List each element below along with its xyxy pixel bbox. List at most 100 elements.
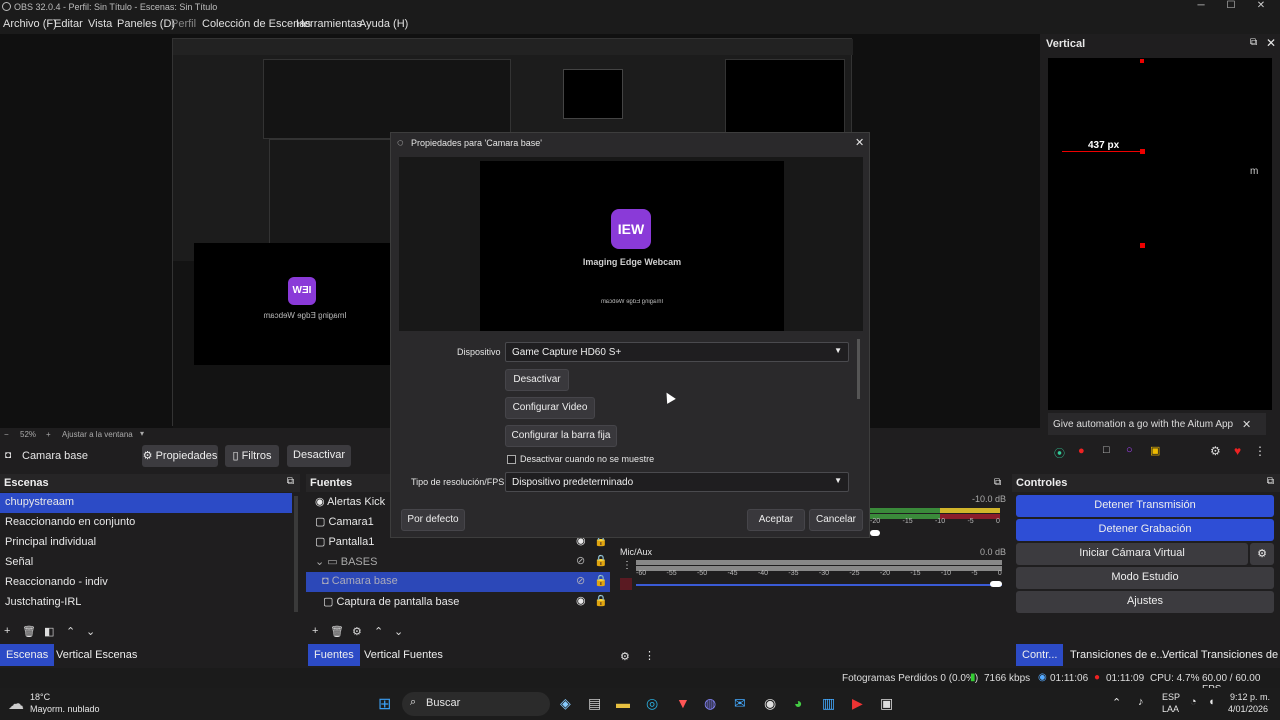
cancel-button[interactable]: Cancelar — [809, 509, 863, 531]
volume-icon[interactable]: ◖ — [1208, 696, 1215, 708]
scene-item[interactable]: Reaccionando - indiv — [0, 573, 292, 593]
square-icon[interactable]: □ — [1103, 444, 1110, 456]
configure-video-button[interactable]: Configurar Video — [505, 397, 595, 419]
close-promo-icon[interactable]: ✕ — [1242, 418, 1251, 431]
ch2-volume-slider[interactable] — [990, 581, 1002, 587]
zoom-in-icon[interactable]: + — [46, 430, 51, 439]
float-icon[interactable]: ⧉ — [1267, 476, 1274, 487]
tab-scenes[interactable]: Escenas — [0, 644, 55, 666]
studio-mode-button[interactable]: Modo Estudio — [1016, 567, 1274, 589]
taskbar-search[interactable]: Buscar — [402, 692, 550, 716]
deactivate-button[interactable]: Desactivar — [287, 445, 351, 467]
add-icon[interactable]: + — [4, 625, 10, 637]
app-icon[interactable]: ▤ — [588, 695, 601, 712]
float-icon[interactable]: ⧉ — [287, 476, 294, 487]
fit-window-label[interactable]: Ajustar a la ventana — [62, 430, 133, 439]
ok-button[interactable]: Aceptar — [747, 509, 805, 531]
menu-edit[interactable]: Editar — [54, 18, 83, 30]
mic-icon[interactable]: ♪ — [1138, 696, 1144, 708]
lang-1[interactable]: ESP — [1162, 692, 1180, 702]
zoom-out-icon[interactable]: − — [4, 430, 9, 439]
chevron-down-icon[interactable]: ⌄ — [315, 556, 327, 568]
chrome-icon[interactable]: ◕ — [794, 695, 802, 711]
gear-icon[interactable]: ⚙ — [352, 625, 362, 638]
filter-icon[interactable]: ◧ — [44, 625, 54, 638]
vertical-canvas[interactable]: 437 px m — [1048, 58, 1272, 410]
menu-icon[interactable]: ⋮ — [1254, 444, 1266, 458]
start-virtual-camera-button[interactable]: Iniciar Cámara Virtual — [1016, 543, 1248, 565]
virtualcam-icon[interactable]: ▣ — [1150, 444, 1160, 457]
lock-icon[interactable]: 🔒 — [594, 594, 608, 607]
circle-icon[interactable]: ○ — [1126, 444, 1133, 456]
tab-sources[interactable]: Fuentes — [308, 644, 360, 666]
source-item[interactable]: ▢ Captura de pantalla base ◉ 🔒 — [318, 592, 610, 612]
tab-controls[interactable]: Contr... — [1016, 644, 1064, 666]
obs-icon[interactable]: ◉ — [764, 695, 776, 712]
close-icon[interactable]: ✕ — [855, 136, 864, 149]
trash-icon[interactable]: 🗑 — [22, 625, 36, 638]
edge-icon[interactable]: ◎ — [646, 695, 658, 712]
resolution-select[interactable]: Dispositivo predeterminado ▼ — [505, 472, 849, 492]
tab-vertical-transitions[interactable]: Vertical Transiciones de e... — [1156, 644, 1280, 666]
add-icon[interactable]: + — [312, 625, 318, 637]
menu-view[interactable]: Vista — [88, 18, 112, 30]
copilot-icon[interactable]: ◈ — [560, 695, 571, 712]
minimize-icon[interactable]: ─ — [1186, 0, 1216, 11]
menu-profile[interactable]: Perfil — [171, 18, 196, 30]
app-icon[interactable]: ◍ — [704, 695, 716, 712]
folder-icon[interactable]: ▬ — [616, 695, 630, 711]
menu-icon[interactable]: ⋮ — [622, 560, 632, 571]
lang-2[interactable]: LAA — [1162, 704, 1179, 714]
maximize-icon[interactable]: ☐ — [1216, 0, 1246, 11]
source-item-selected[interactable]: ◘ Camara base ⊘ 🔒 — [306, 572, 610, 592]
menu-help[interactable]: Ayuda (H) — [359, 18, 408, 30]
video-icon[interactable]: ▶ — [852, 695, 863, 712]
record-icon[interactable]: ● — [1078, 445, 1085, 457]
heart-icon[interactable]: ♥ — [1234, 444, 1241, 458]
eye-off-icon[interactable]: ⊘ — [576, 574, 585, 587]
chevron-down-icon[interactable]: ▾ — [140, 429, 144, 438]
doc-icon[interactable]: ▥ — [822, 695, 835, 712]
properties-button[interactable]: ⚙ Propiedades — [142, 445, 218, 467]
stop-streaming-button[interactable]: Detener Transmisión — [1016, 495, 1274, 517]
close-icon[interactable]: ✕ — [1246, 0, 1276, 11]
scrollbar[interactable] — [857, 339, 860, 399]
mixer-settings-icon[interactable]: ⚙ — [620, 650, 630, 663]
clock-date[interactable]: 4/01/2026 — [1228, 704, 1268, 714]
windows-start-icon[interactable]: ⊞ — [378, 694, 391, 714]
menu-icon[interactable]: ⋮ — [644, 649, 655, 662]
scrollbar[interactable] — [294, 496, 298, 612]
up-icon[interactable]: ⌃ — [374, 625, 383, 638]
eye-off-icon[interactable]: ⊘ — [576, 554, 585, 567]
deactivate-checkbox[interactable] — [507, 455, 516, 464]
lock-icon[interactable]: 🔒 — [594, 574, 608, 587]
gear-icon[interactable]: ⚙ — [1250, 543, 1274, 565]
down-icon[interactable]: ⌄ — [86, 625, 95, 638]
filters-button[interactable]: ▯ Filtros — [225, 445, 279, 467]
menu-file[interactable]: Archivo (F) — [3, 18, 57, 30]
scene-item[interactable]: Justchating-IRL — [0, 593, 292, 613]
stream-icon[interactable]: ⦿ — [1054, 445, 1065, 461]
chevron-up-icon[interactable]: ⌃ — [1112, 696, 1121, 709]
float-icon[interactable]: ⧉ — [1250, 37, 1257, 48]
tab-vertical-scenes[interactable]: Vertical Escenas — [50, 644, 143, 666]
defaults-button[interactable]: Por defecto — [401, 509, 465, 531]
mute-icon[interactable] — [620, 578, 632, 590]
menu-tools[interactable]: Herramientas — [296, 18, 362, 30]
settings-button[interactable]: Ajustes — [1016, 591, 1274, 613]
lock-icon[interactable]: 🔒 — [594, 554, 608, 567]
close-icon[interactable]: ✕ — [1266, 36, 1276, 50]
clock-time[interactable]: 9:12 p. m. — [1230, 692, 1270, 702]
menu-docks[interactable]: Paneles (D) — [117, 18, 175, 30]
scene-item[interactable]: Principal individual — [0, 533, 292, 553]
scene-item[interactable]: Señal — [0, 553, 292, 573]
up-icon[interactable]: ⌃ — [66, 625, 75, 638]
float-icon[interactable]: ⧉ — [994, 477, 1001, 488]
ch1-volume-slider[interactable] — [870, 530, 880, 536]
brave-icon[interactable]: ▼ — [676, 695, 690, 711]
ch2-volume-track[interactable] — [636, 584, 1002, 586]
source-group[interactable]: ⌄ ▭ BASES ⊘ 🔒 — [310, 552, 610, 572]
wifi-icon[interactable]: ◔ — [1190, 696, 1197, 708]
scene-item[interactable]: Reaccionando en conjunto — [0, 513, 292, 533]
eye-icon[interactable]: ◉ — [576, 594, 586, 607]
